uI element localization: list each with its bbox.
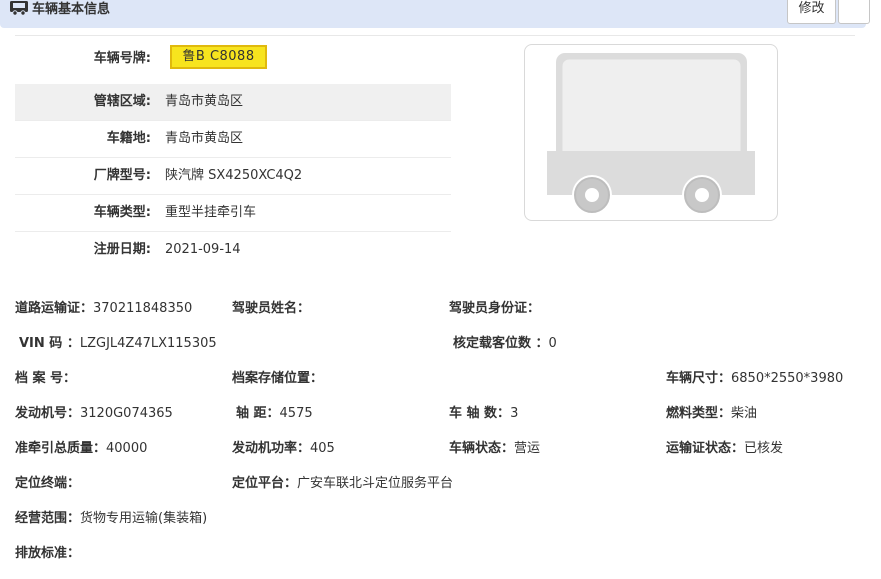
info-label: 车辆号牌: bbox=[93, 51, 151, 66]
info-value: 青岛市黄岛区 bbox=[165, 94, 244, 109]
field-scope: 经营范围：货物专用运输(集装箱) bbox=[15, 507, 207, 526]
field-label: 准牵引总质量： bbox=[15, 441, 107, 456]
info-value: 陕汽牌 SX4250XC4Q2 bbox=[165, 168, 303, 183]
field-value: 370211848350 bbox=[93, 301, 193, 316]
field-status: 车辆状态：营运 bbox=[449, 437, 540, 456]
field-label: 车 轴 数： bbox=[449, 406, 511, 421]
field-engine-no: 发动机号：3120G074365 bbox=[15, 402, 173, 421]
field-seats: 核定载客位数 ：0 bbox=[453, 332, 557, 351]
field-value: 405 bbox=[310, 441, 335, 456]
info-value: 青岛市黄岛区 bbox=[165, 131, 244, 146]
info-label: 车籍地: bbox=[106, 131, 151, 146]
field-size: 车辆尺寸：6850*2550*3980 bbox=[666, 367, 843, 386]
field-value: 0 bbox=[548, 336, 557, 351]
field-label: 车辆尺寸： bbox=[666, 371, 732, 386]
info-row-registry: 车籍地: 青岛市黄岛区 bbox=[15, 121, 451, 158]
info-row-plate: 车辆号牌: 鲁B C8088 bbox=[15, 41, 451, 77]
info-label: 车辆类型: bbox=[93, 205, 151, 220]
edit-button[interactable]: 修改 bbox=[787, 0, 836, 24]
field-value: 4575 bbox=[279, 406, 313, 421]
extra-button[interactable] bbox=[838, 0, 870, 24]
field-label: 排放标准： bbox=[15, 546, 81, 561]
field-label: 核定载客位数 ： bbox=[453, 336, 549, 351]
field-value: 3120G074365 bbox=[80, 406, 173, 421]
field-label: VIN 码 ： bbox=[19, 336, 80, 351]
info-row-model: 厂牌型号: 陕汽牌 SX4250XC4Q2 bbox=[15, 158, 451, 195]
info-value: 重型半挂牵引车 bbox=[165, 205, 257, 220]
info-label: 厂牌型号: bbox=[93, 168, 151, 183]
field-axles: 车 轴 数：3 bbox=[449, 402, 518, 421]
field-label: 车辆状态： bbox=[449, 441, 515, 456]
field-value: 广安车联北斗定位服务平台 bbox=[297, 476, 454, 491]
field-terminal: 定位终端： bbox=[15, 472, 80, 491]
field-label: 定位终端： bbox=[15, 476, 81, 491]
section-header: 车辆基本信息 bbox=[0, 0, 866, 28]
field-file-location: 档案存储位置： bbox=[232, 367, 323, 386]
field-label: 经营范围： bbox=[15, 511, 81, 526]
license-plate: 鲁B C8088 bbox=[170, 45, 267, 69]
field-tow-mass: 准牵引总质量：40000 bbox=[15, 437, 147, 456]
section-title: 车辆基本信息 bbox=[32, 2, 111, 17]
field-vin: VIN 码 ：LZGJL4Z47LX115305 bbox=[19, 332, 217, 351]
field-label: 驾驶员姓名： bbox=[232, 301, 311, 316]
info-label: 管辖区域: bbox=[93, 94, 151, 109]
field-value: 柴油 bbox=[731, 406, 758, 421]
field-value: 40000 bbox=[106, 441, 148, 456]
field-label: 档案存储位置： bbox=[232, 371, 324, 386]
field-value: 已核发 bbox=[744, 441, 784, 456]
field-value: 3 bbox=[510, 406, 519, 421]
field-permit-status: 运输证状态：已核发 bbox=[666, 437, 783, 456]
field-value: 货物专用运输(集装箱) bbox=[80, 511, 208, 526]
field-value: 6850*2550*3980 bbox=[731, 371, 844, 386]
vehicle-placeholder-icon bbox=[547, 53, 755, 215]
info-row-type: 车辆类型: 重型半挂牵引车 bbox=[15, 195, 451, 232]
field-value: 营运 bbox=[514, 441, 541, 456]
field-file-no: 档 案 号： bbox=[15, 367, 76, 386]
truck-icon bbox=[10, 1, 28, 16]
field-road-permit: 道路运输证：370211848350 bbox=[15, 297, 192, 316]
info-row-date: 注册日期: 2021-09-14 bbox=[15, 232, 451, 268]
field-fuel: 燃料类型：柴油 bbox=[666, 402, 757, 421]
info-row-region: 管辖区域: 青岛市黄岛区 bbox=[15, 84, 451, 121]
info-label: 注册日期: bbox=[93, 242, 151, 257]
field-wheelbase: 轴 距：4575 bbox=[236, 402, 313, 421]
field-label: 运输证状态： bbox=[666, 441, 745, 456]
vehicle-photo[interactable] bbox=[524, 44, 778, 221]
field-label: 燃料类型： bbox=[666, 406, 732, 421]
field-engine-power: 发动机功率：405 bbox=[232, 437, 335, 456]
info-value: 2021-09-14 bbox=[165, 242, 241, 257]
field-label: 轴 距： bbox=[236, 406, 280, 421]
field-emission: 排放标准： bbox=[15, 542, 80, 561]
field-label: 定位平台： bbox=[232, 476, 298, 491]
field-label: 发动机功率： bbox=[232, 441, 311, 456]
field-label: 发动机号： bbox=[15, 406, 81, 421]
field-label: 道路运输证： bbox=[15, 301, 94, 316]
field-platform: 定位平台：广安车联北斗定位服务平台 bbox=[232, 472, 453, 491]
field-label: 驾驶员身份证： bbox=[449, 301, 541, 316]
field-label: 档 案 号： bbox=[15, 371, 77, 386]
divider bbox=[15, 35, 855, 36]
field-value: LZGJL4Z47LX115305 bbox=[79, 336, 217, 351]
field-driver-name: 驾驶员姓名： bbox=[232, 297, 310, 316]
field-driver-id: 驾驶员身份证： bbox=[449, 297, 540, 316]
